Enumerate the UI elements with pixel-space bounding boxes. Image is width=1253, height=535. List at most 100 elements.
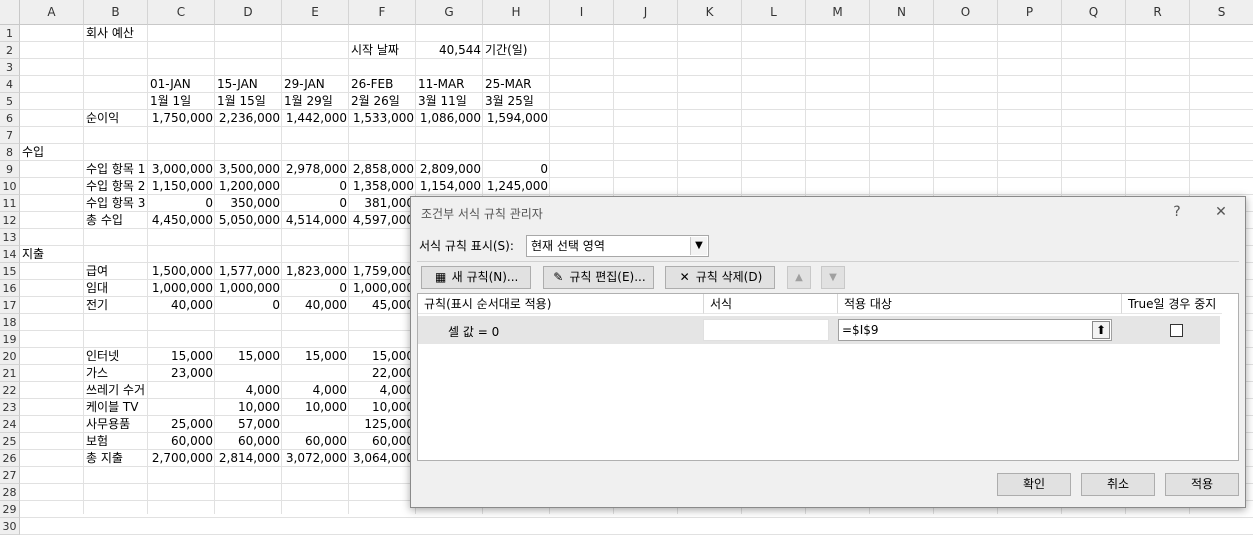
cell-d15[interactable]: 1,577,000 [215,263,282,280]
cell-d20[interactable]: 15,000 [215,348,282,365]
cell-b24[interactable]: 사무용품 [84,416,148,433]
column-header-q[interactable]: Q [1062,0,1126,25]
cell-c10[interactable]: 1,150,000 [148,178,215,195]
cell-f12[interactable]: 4,597,000 [349,212,416,229]
cell-b25[interactable]: 보험 [84,433,148,450]
row-header-1[interactable]: 1 [0,25,20,42]
cell-b23[interactable]: 케이블 TV [84,399,148,416]
cell-d6[interactable]: 2,236,000 [215,110,282,127]
cell-h6[interactable]: 1,594,000 [483,110,550,127]
cell-f21[interactable]: 22,000 [349,365,416,382]
cell-f5[interactable]: 2월 26일 [349,93,416,110]
cell-g2[interactable]: 40,544 [416,42,483,59]
cancel-button[interactable]: 취소 [1081,473,1155,496]
applies-to-input[interactable]: =$I$9 [838,319,1112,341]
cell-d11[interactable]: 350,000 [215,195,282,212]
column-header-f[interactable]: F [349,0,416,25]
cell-b9[interactable]: 수입 항목 1 [84,161,148,178]
column-header-m[interactable]: M [806,0,870,25]
move-up-button[interactable]: ▲ [787,266,811,289]
cell-f25[interactable]: 60,000 [349,433,416,450]
cell-b16[interactable]: 임대 [84,280,148,297]
cell-c15[interactable]: 1,500,000 [148,263,215,280]
column-header-n[interactable]: N [870,0,934,25]
cell-d24[interactable]: 57,000 [215,416,282,433]
row-header-11[interactable]: 11 [0,195,20,212]
cell-f16[interactable]: 1,000,000 [349,280,416,297]
apply-button[interactable]: 적용 [1165,473,1239,496]
column-header-d[interactable]: D [215,0,282,25]
cell-a8[interactable]: 수입 [20,144,84,161]
column-header-g[interactable]: G [416,0,483,25]
cell-e4[interactable]: 29-JAN [282,76,349,93]
column-header-o[interactable]: O [934,0,998,25]
cell-h9[interactable]: 0 [483,161,550,178]
cell-e16[interactable]: 0 [282,280,349,297]
cell-b21[interactable]: 가스 [84,365,148,382]
cell-d26[interactable]: 2,814,000 [215,450,282,467]
row-header-20[interactable]: 20 [0,348,20,365]
rule-row[interactable]: 셀 값 = 0 =$I$9 ⬆ [418,316,1220,344]
cell-e10[interactable]: 0 [282,178,349,195]
cell-f17[interactable]: 45,000 [349,297,416,314]
column-header-c[interactable]: C [148,0,215,25]
row-header-5[interactable]: 5 [0,93,20,110]
cell-e5[interactable]: 1월 29일 [282,93,349,110]
row-header-14[interactable]: 14 [0,246,20,263]
edit-rule-button[interactable]: ✎ 규칙 편집(E)... [543,266,654,289]
cell-g10[interactable]: 1,154,000 [416,178,483,195]
show-rules-select[interactable]: 현재 선택 영역 ▼ [526,235,709,257]
cell-f24[interactable]: 125,000 [349,416,416,433]
cell-c6[interactable]: 1,750,000 [148,110,215,127]
cell-c21[interactable]: 23,000 [148,365,215,382]
cell-b17[interactable]: 전기 [84,297,148,314]
ok-button[interactable]: 확인 [997,473,1071,496]
cell-b11[interactable]: 수입 항목 3 [84,195,148,212]
cell-e12[interactable]: 4,514,000 [282,212,349,229]
cell-e26[interactable]: 3,072,000 [282,450,349,467]
new-rule-button[interactable]: ▦ 새 규칙(N)... [421,266,531,289]
cell-g4[interactable]: 11-MAR [416,76,483,93]
row-header-4[interactable]: 4 [0,76,20,93]
cell-b26[interactable]: 총 지출 [84,450,148,467]
cell-h5[interactable]: 3월 25일 [483,93,550,110]
column-header-b[interactable]: B [84,0,148,25]
cell-b12[interactable]: 총 수입 [84,212,148,229]
row-header-23[interactable]: 23 [0,399,20,416]
cell-f22[interactable]: 4,000 [349,382,416,399]
column-header-a[interactable]: A [20,0,84,25]
cell-d4[interactable]: 15-JAN [215,76,282,93]
row-header-26[interactable]: 26 [0,450,20,467]
row-header-12[interactable]: 12 [0,212,20,229]
cell-c12[interactable]: 4,450,000 [148,212,215,229]
cell-d22[interactable]: 4,000 [215,382,282,399]
cell-c5[interactable]: 1월 1일 [148,93,215,110]
cell-f15[interactable]: 1,759,000 [349,263,416,280]
cell-c16[interactable]: 1,000,000 [148,280,215,297]
row-header-15[interactable]: 15 [0,263,20,280]
cell-d17[interactable]: 0 [215,297,282,314]
row-header-29[interactable]: 29 [0,501,20,518]
row-header-25[interactable]: 25 [0,433,20,450]
cell-f23[interactable]: 10,000 [349,399,416,416]
select-all-corner[interactable] [0,0,20,25]
row-header-10[interactable]: 10 [0,178,20,195]
close-button[interactable]: ✕ [1211,203,1231,221]
cell-g5[interactable]: 3월 11일 [416,93,483,110]
cell-e25[interactable]: 60,000 [282,433,349,450]
row-header-28[interactable]: 28 [0,484,20,501]
cell-f2[interactable]: 시작 날짜 [349,42,416,59]
cell-e22[interactable]: 4,000 [282,382,349,399]
cell-b1[interactable]: 회사 예산 [84,25,148,42]
row-header-24[interactable]: 24 [0,416,20,433]
row-header-18[interactable]: 18 [0,314,20,331]
cell-c9[interactable]: 3,000,000 [148,161,215,178]
row-header-22[interactable]: 22 [0,382,20,399]
row-header-21[interactable]: 21 [0,365,20,382]
cell-f11[interactable]: 381,000 [349,195,416,212]
column-header-s[interactable]: S [1190,0,1253,25]
row-header-8[interactable]: 8 [0,144,20,161]
cell-f6[interactable]: 1,533,000 [349,110,416,127]
cell-f20[interactable]: 15,000 [349,348,416,365]
column-header-j[interactable]: J [614,0,678,25]
